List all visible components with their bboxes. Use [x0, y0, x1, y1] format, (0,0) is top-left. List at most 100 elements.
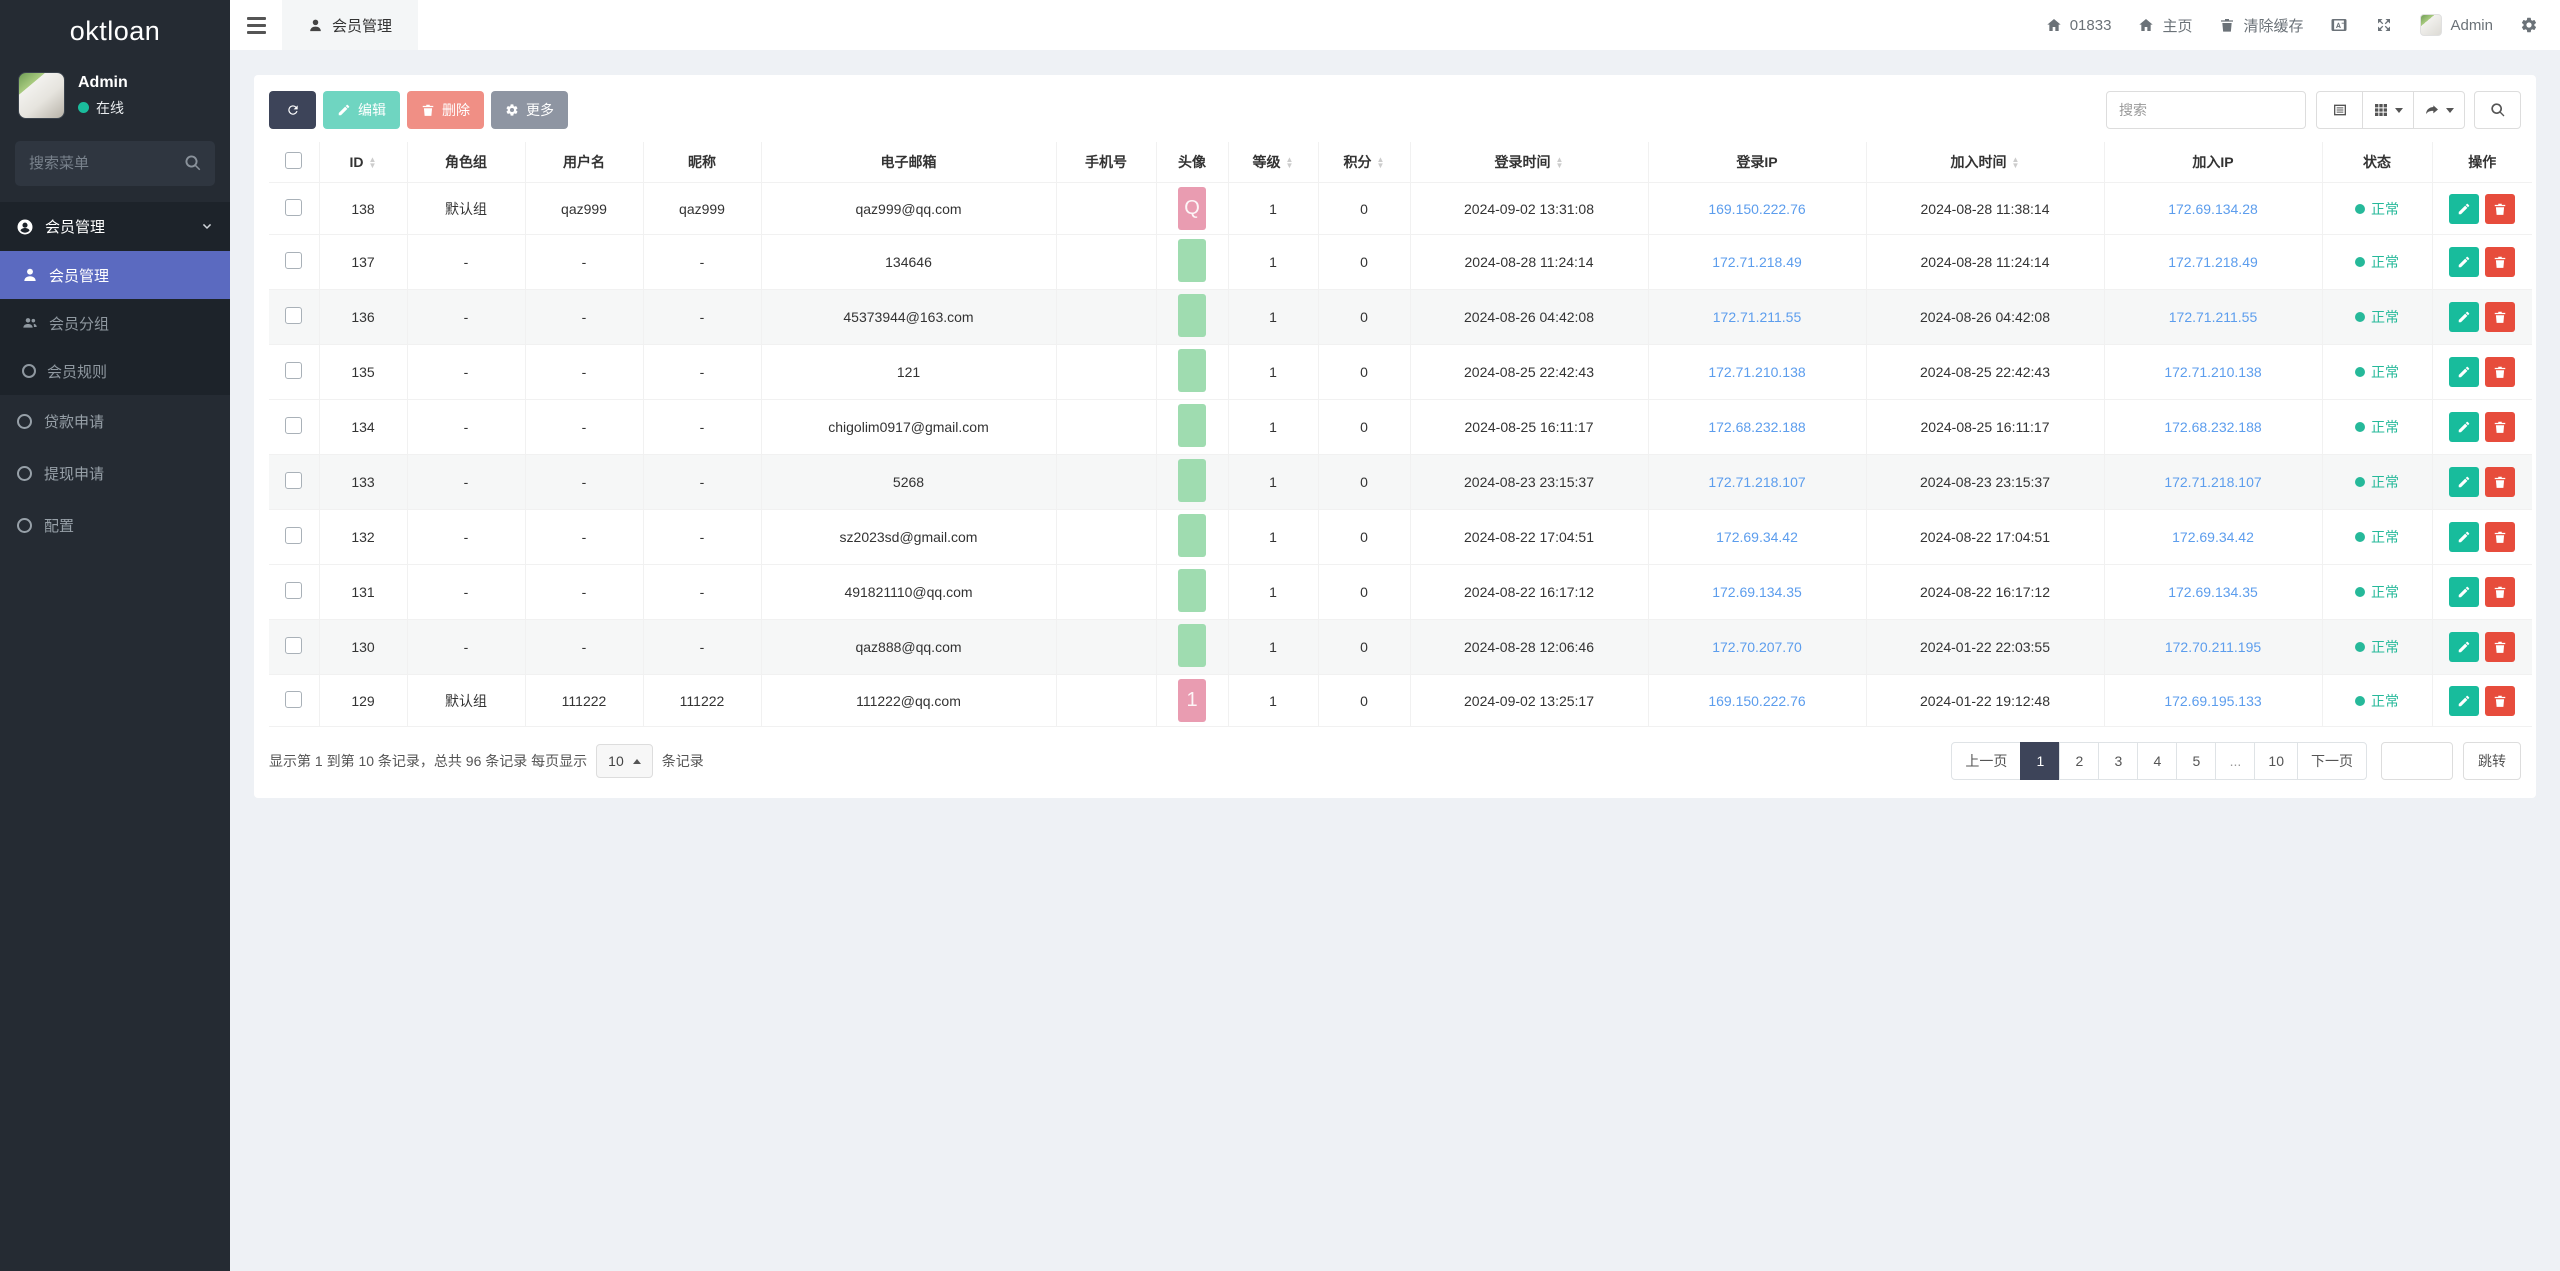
search-toggle-button[interactable] — [2474, 91, 2521, 129]
login-ip-link[interactable]: 172.69.34.42 — [1716, 529, 1798, 545]
clear-cache-button[interactable]: 清除缓存 — [2219, 15, 2303, 36]
login-ip-link[interactable]: 172.69.134.35 — [1712, 584, 1802, 600]
page-button-10[interactable]: 10 — [2254, 742, 2298, 780]
header-status[interactable]: 状态 — [2322, 142, 2432, 183]
join-ip-link[interactable]: 172.71.218.49 — [2168, 254, 2258, 270]
sidebar-toggle-button[interactable] — [230, 0, 282, 50]
row-delete-button[interactable] — [2485, 577, 2515, 607]
sidebar-item-member-rules[interactable]: 会员规则 — [0, 347, 230, 395]
header-join-time[interactable]: 加入时间▲▼ — [1866, 142, 2104, 183]
header-username[interactable]: 用户名 — [525, 142, 643, 183]
select-all-checkbox[interactable] — [285, 152, 302, 169]
fullscreen-button[interactable] — [2375, 16, 2393, 34]
tab-member-management[interactable]: 会员管理 — [282, 0, 418, 50]
export-button[interactable] — [2413, 91, 2465, 129]
edit-button[interactable]: 编辑 — [323, 91, 400, 129]
more-button[interactable]: 更多 — [491, 91, 568, 129]
row-delete-button[interactable] — [2485, 302, 2515, 332]
join-ip-link[interactable]: 172.69.134.28 — [2168, 201, 2258, 217]
columns-button[interactable] — [2362, 91, 2414, 129]
row-checkbox[interactable] — [285, 637, 302, 654]
row-edit-button[interactable] — [2449, 467, 2479, 497]
row-delete-button[interactable] — [2485, 522, 2515, 552]
refresh-button[interactable] — [269, 91, 316, 129]
header-nickname[interactable]: 昵称 — [643, 142, 761, 183]
sidebar-item-member-management-parent[interactable]: 会员管理 — [0, 202, 230, 251]
row-delete-button[interactable] — [2485, 247, 2515, 277]
row-checkbox[interactable] — [285, 691, 302, 708]
header-email[interactable]: 电子邮箱 — [761, 142, 1056, 183]
page-button-3[interactable]: 3 — [2098, 742, 2138, 780]
join-ip-link[interactable]: 172.71.210.138 — [2164, 364, 2261, 380]
settings-button[interactable] — [2520, 16, 2538, 34]
row-edit-button[interactable] — [2449, 194, 2479, 224]
row-edit-button[interactable] — [2449, 247, 2479, 277]
jump-page-input[interactable] — [2381, 742, 2453, 780]
row-checkbox[interactable] — [285, 417, 302, 434]
join-ip-link[interactable]: 172.68.232.188 — [2164, 419, 2261, 435]
row-checkbox[interactable] — [285, 582, 302, 599]
header-avatar[interactable]: 头像 — [1156, 142, 1228, 183]
stat-counter[interactable]: 01833 — [2046, 17, 2112, 34]
jump-button[interactable]: 跳转 — [2463, 742, 2521, 780]
login-ip-link[interactable]: 169.150.222.76 — [1708, 693, 1805, 709]
sidebar-item-loan-applications[interactable]: 贷款申请 — [0, 395, 230, 447]
row-edit-button[interactable] — [2449, 686, 2479, 716]
header-phone[interactable]: 手机号 — [1056, 142, 1156, 183]
row-edit-button[interactable] — [2449, 302, 2479, 332]
header-group[interactable]: 角色组 — [407, 142, 525, 183]
header-score[interactable]: 积分▲▼ — [1318, 142, 1410, 183]
row-edit-button[interactable] — [2449, 522, 2479, 552]
admin-user-menu[interactable]: Admin — [2420, 14, 2493, 36]
delete-button[interactable]: 删除 — [407, 91, 484, 129]
join-ip-link[interactable]: 172.70.211.195 — [2165, 639, 2261, 655]
join-ip-link[interactable]: 172.69.195.133 — [2164, 693, 2261, 709]
row-checkbox[interactable] — [285, 199, 302, 216]
home-link[interactable]: 主页 — [2138, 15, 2192, 36]
row-edit-button[interactable] — [2449, 577, 2479, 607]
login-ip-link[interactable]: 172.70.207.70 — [1712, 639, 1802, 655]
header-level[interactable]: 等级▲▼ — [1228, 142, 1318, 183]
row-edit-button[interactable] — [2449, 357, 2479, 387]
row-delete-button[interactable] — [2485, 686, 2515, 716]
page-button-2[interactable]: 2 — [2059, 742, 2099, 780]
row-delete-button[interactable] — [2485, 632, 2515, 662]
join-ip-link[interactable]: 172.71.218.107 — [2164, 474, 2261, 490]
prev-page-button[interactable]: 上一页 — [1951, 742, 2021, 780]
join-ip-link[interactable]: 172.69.34.42 — [2172, 529, 2254, 545]
page-button-4[interactable]: 4 — [2137, 742, 2177, 780]
sidebar-item-config[interactable]: 配置 — [0, 499, 230, 551]
row-checkbox[interactable] — [285, 307, 302, 324]
login-ip-link[interactable]: 172.71.218.107 — [1708, 474, 1805, 490]
join-ip-link[interactable]: 172.69.134.35 — [2168, 584, 2258, 600]
login-ip-link[interactable]: 172.71.218.49 — [1712, 254, 1802, 270]
row-checkbox[interactable] — [285, 252, 302, 269]
row-delete-button[interactable] — [2485, 194, 2515, 224]
header-login-time[interactable]: 登录时间▲▼ — [1410, 142, 1648, 183]
row-checkbox[interactable] — [285, 362, 302, 379]
next-page-button[interactable]: 下一页 — [2297, 742, 2367, 780]
row-delete-button[interactable] — [2485, 357, 2515, 387]
row-delete-button[interactable] — [2485, 467, 2515, 497]
language-switch-button[interactable] — [2330, 16, 2348, 34]
sidebar-item-member-groups[interactable]: 会员分组 — [0, 299, 230, 347]
row-checkbox[interactable] — [285, 472, 302, 489]
sidebar-item-withdrawal-applications[interactable]: 提现申请 — [0, 447, 230, 499]
detail-view-button[interactable] — [2316, 91, 2363, 129]
login-ip-link[interactable]: 172.71.210.138 — [1708, 364, 1805, 380]
page-button-5[interactable]: 5 — [2176, 742, 2216, 780]
join-ip-link[interactable]: 172.71.211.55 — [2169, 309, 2258, 325]
header-id[interactable]: ID▲▼ — [319, 142, 407, 183]
row-checkbox[interactable] — [285, 527, 302, 544]
login-ip-link[interactable]: 172.68.232.188 — [1708, 419, 1805, 435]
page-size-dropdown[interactable]: 10 — [596, 744, 653, 778]
header-login-ip[interactable]: 登录IP — [1648, 142, 1866, 183]
select-all-header[interactable] — [269, 142, 319, 183]
row-edit-button[interactable] — [2449, 412, 2479, 442]
login-ip-link[interactable]: 169.150.222.76 — [1708, 201, 1805, 217]
row-edit-button[interactable] — [2449, 632, 2479, 662]
sidebar-item-member-management[interactable]: 会员管理 — [0, 251, 230, 299]
login-ip-link[interactable]: 172.71.211.55 — [1713, 309, 1802, 325]
header-join-ip[interactable]: 加入IP — [2104, 142, 2322, 183]
page-button-1[interactable]: 1 — [2020, 742, 2060, 780]
